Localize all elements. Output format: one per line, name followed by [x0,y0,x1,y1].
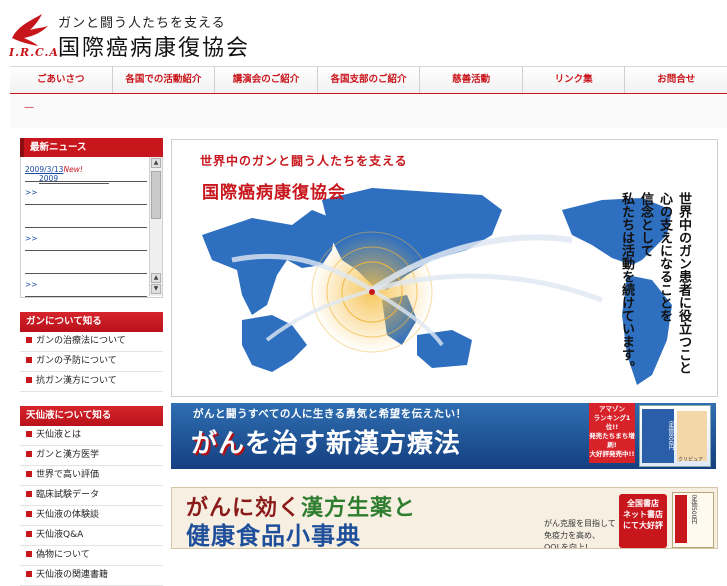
hero-vertical-line: 信念として [638,192,653,257]
tensenkai-section-title: 天仙液について知る [20,406,163,426]
hero-vertical-line: 世界中のガン患者に役立つこと [676,192,691,374]
scroll-up-icon[interactable]: ▲ [151,158,161,168]
menu-item-clinical-data[interactable]: 臨床試験データ [20,486,163,506]
menu-item-counterfeits[interactable]: 偽物について [20,546,163,566]
dictionary-cover-image: 定価500円 [672,492,714,548]
ranking-badge: アマゾン ランキング1位!! 発売たちまち増刷! 大好評発売中!! [589,403,635,463]
news-more-link[interactable]: >> [25,280,38,289]
site-header: I.R.C.A. ガンと闘う人たちを支える 国際癌病康復協会 [0,0,727,66]
menu-item-label: ガンと漢方医学 [36,450,100,460]
main-nav: ごあいさつ 各国での活動紹介 講演会のご紹介 各国支部のご紹介 慈善活動 リンク… [10,66,727,95]
menu-item-cancer-prevention[interactable]: ガンの予防について [20,352,163,372]
header-org-name[interactable]: 国際癌病康復協会 [58,30,250,62]
news-item[interactable]: >> [25,234,147,251]
breadcrumb: — [24,102,34,113]
nav-item-lectures[interactable]: 講演会のご紹介 [215,67,318,93]
hero-world-map[interactable]: 世界中のガンと闘う人たちを支える 国際癌病康復協会 世界中のガン患者に役立つこと… [171,139,718,397]
menu-item-label: 天仙液Q&A [36,530,84,540]
bullet-icon [26,430,32,437]
dictionary-price: 定価500円 [690,495,697,525]
news-scrollbar[interactable]: ▲ ▲ ▼ [149,157,162,296]
news-year: 2009 [39,174,59,183]
nav-item-greeting[interactable]: ごあいさつ [10,67,113,93]
hero-tagline: 世界中のガンと闘う人たちを支える [200,154,408,168]
menu-item-label: 抗ガン漢方について [36,376,117,386]
bullet-icon [26,570,32,577]
nav-item-charity[interactable]: 慈善活動 [420,67,523,93]
nav-item-contact[interactable]: お問合せ [625,67,727,93]
sidebar: 最新ニュース 2009/3/13New! 2009 >> >> >> ▲ ▲ ▼… [20,138,163,586]
nav-item-links[interactable]: リンク集 [523,67,626,93]
menu-item-label: 天仙液の体験談 [36,510,100,520]
bullet-icon [26,490,32,497]
banner1-headline: がんを治す新漢方療法 [191,423,461,460]
book-banner-dictionary[interactable]: がんに効く漢方生薬と 健康食品小事典 がん克服を目指して 免疫力を高め、QOLを… [171,487,718,549]
menu-item-anticancer-kampo[interactable]: 抗ガン漢方について [20,372,163,392]
menu-item-label: 天仙液とは [36,430,82,440]
menu-item-related-books[interactable]: 天仙液の関連書籍 [20,566,163,586]
menu-item-cancer-treatment[interactable]: ガンの治療法について [20,332,163,352]
news-new-badge: New! [63,165,83,174]
hero-vertical-line: 私たちは活動を続けています。 [619,192,634,374]
scroll-down-icon[interactable]: ▼ [151,284,161,294]
book-spine [677,411,707,461]
hero-vertical-line: 心の支えになることを [657,192,672,322]
bullet-icon [26,470,32,477]
hero-org-name: 国際癌病康復協会 [202,183,346,203]
book-caption: クリピュア [678,457,703,463]
banner1-headline-rest: を治す新漢方療法 [245,429,462,459]
phoenix-logo-icon[interactable] [8,8,50,48]
menu-item-kampo-medicine[interactable]: ガンと漢方医学 [20,446,163,466]
bullet-icon [26,376,32,383]
news-more-link[interactable]: >> [25,188,38,197]
menu-item-label: 天仙液の関連書籍 [36,570,109,580]
header-tagline: ガンと闘う人たちを支える [58,16,226,31]
bullet-icon [26,450,32,457]
news-subline: 2009 [39,174,109,184]
news-item[interactable]: >> [25,280,147,297]
menu-item-about-tensenkai[interactable]: 天仙液とは [20,426,163,446]
banner1-top-text: がんと闘うすべての人に生きる勇気と希望を伝えたい！ [193,408,467,420]
bullet-icon [26,356,32,363]
menu-item-world-evaluation[interactable]: 世界で高い評価 [20,466,163,486]
nav-item-branches[interactable]: 各国支部のご紹介 [318,67,421,93]
banner2-line2: 健康食品小事典 [186,522,361,549]
bullet-icon [26,336,32,343]
menu-item-label: ガンの予防について [36,356,117,366]
menu-item-label: 偽物について [36,550,90,560]
news-item[interactable] [25,257,147,274]
news-box: 2009/3/13New! 2009 >> >> >> ▲ ▲ ▼ [20,157,163,298]
book-price: 定価800円 [642,409,674,463]
bullet-icon [26,510,32,517]
bullet-icon [26,550,32,557]
menu-item-label: 臨床試験データ [36,490,100,500]
news-date[interactable]: 2009/3/13 [25,165,63,174]
news-list: 2009/3/13New! 2009 >> >> >> [25,165,147,303]
news-item[interactable] [25,211,147,228]
news-item[interactable]: 2009/3/13New! 2009 [25,165,147,184]
breadcrumb-area: — [10,94,727,128]
book-banner-kampo[interactable]: がんと闘うすべての人に生きる勇気と希望を伝えたい！ がんを治す新漢方療法 アマゾ… [171,403,716,469]
banner1-headline-accent: がん [191,429,246,459]
news-title: 最新ニュース [20,138,163,157]
book-cover-image: 定価800円 クリピュア [639,405,711,467]
menu-item-label: ガンの治療法について [36,336,126,346]
scroll-down-icon[interactable]: ▲ [151,273,161,283]
bookstore-stamp: 全国書店 ネット書店 にて大好評 [619,494,667,548]
nav-item-activities[interactable]: 各国での活動紹介 [113,67,216,93]
menu-item-label: 世界で高い評価 [36,470,100,480]
news-more-link[interactable]: >> [25,234,38,243]
menu-item-faq[interactable]: 天仙液Q&A [20,526,163,546]
scroll-thumb[interactable] [151,171,161,219]
bullet-icon [26,530,32,537]
news-item[interactable]: >> [25,188,147,205]
banner2-side-text: がん克服を目指して 免疫力を高め、QOLを向上! [544,519,616,549]
dictionary-price-tag [675,495,687,543]
logo-text: I.R.C.A. [9,46,64,59]
cancer-section-title: ガンについて知る [20,312,163,332]
menu-item-testimonials[interactable]: 天仙液の体験談 [20,506,163,526]
